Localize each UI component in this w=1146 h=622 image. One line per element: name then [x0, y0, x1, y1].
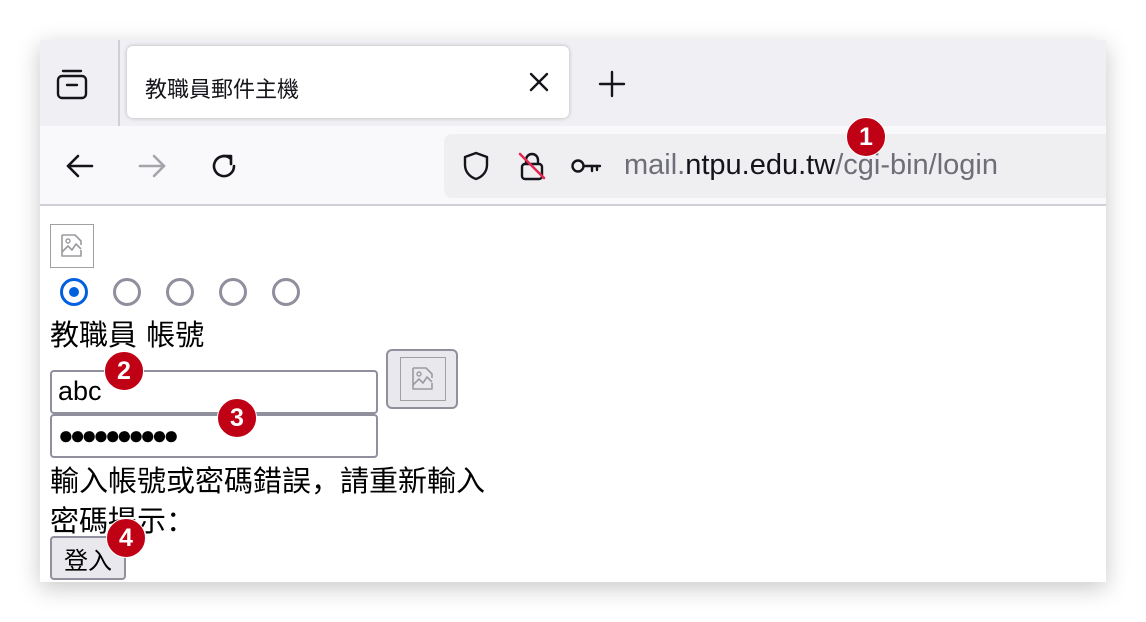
forward-button[interactable] [130, 144, 174, 188]
login-error-message: 輸入帳號或密碼錯誤，請重新輸入 [50, 464, 486, 498]
identity-radio-1[interactable] [60, 278, 88, 306]
url-host: ntpu.edu.tw [685, 149, 836, 181]
annotation-badge-3: 3 [217, 398, 257, 438]
site-security-button[interactable] [516, 150, 548, 182]
shield-icon [463, 151, 489, 181]
tab-list-icon [56, 69, 88, 100]
logo-image-broken [50, 224, 94, 268]
annotation-badge-1: 1 [846, 117, 886, 157]
account-label: 教職員 帳號 [50, 318, 205, 352]
username-input[interactable]: abc [50, 370, 378, 414]
url-text[interactable]: mail.ntpu.edu.tw/cgi-bin/login [624, 149, 998, 182]
identity-radio-3[interactable] [166, 278, 194, 306]
insecure-lock-icon [518, 152, 546, 181]
reload-button[interactable] [202, 144, 246, 188]
plus-icon [598, 70, 626, 98]
broken-image-icon [412, 367, 433, 390]
broken-image-icon [61, 234, 82, 257]
tracking-protection-button[interactable] [460, 150, 492, 182]
key-icon [571, 159, 602, 173]
reload-icon [212, 154, 236, 178]
navigation-toolbar: mail.ntpu.edu.tw/cgi-bin/login [40, 126, 1106, 206]
back-arrow-icon [66, 154, 94, 178]
back-button[interactable] [58, 144, 102, 188]
url-scheme: mail. [624, 149, 686, 181]
forward-arrow-icon [138, 154, 166, 178]
identity-radio-2[interactable] [113, 278, 141, 306]
password-input[interactable]: ●●●●●●●●●● [50, 414, 378, 458]
tab-list-button[interactable] [50, 62, 94, 106]
close-icon [529, 72, 549, 92]
page-content: 教職員 帳號 abc ●●●●●●●●●● 輸入帳號或密碼錯誤，請重新輸入 密碼… [40, 206, 1106, 582]
identity-radio-5[interactable] [272, 278, 300, 306]
tab-title: 教職員郵件主機 [145, 78, 300, 103]
saved-password-button[interactable] [570, 150, 602, 182]
password-masked-value: ●●●●●●●●●● [58, 420, 179, 450]
identity-radio-4[interactable] [219, 278, 247, 306]
tab-strip-separator [118, 40, 120, 126]
annotation-badge-2: 2 [104, 351, 144, 391]
tab-strip: 教職員郵件主機 [40, 40, 1106, 126]
image-submit-button[interactable] [386, 349, 458, 409]
browser-window: 教職員郵件主機 mail.ntpu.edu.tw/cgi-bin/login 教… [40, 40, 1106, 582]
tab-active[interactable]: 教職員郵件主機 [127, 46, 569, 118]
username-value: abc [58, 376, 102, 406]
image-button-broken-image [400, 357, 446, 401]
new-tab-button[interactable] [590, 62, 634, 106]
url-bar[interactable]: mail.ntpu.edu.tw/cgi-bin/login [444, 134, 1106, 198]
tab-close-button[interactable] [525, 68, 553, 96]
annotation-badge-4: 4 [106, 518, 146, 558]
